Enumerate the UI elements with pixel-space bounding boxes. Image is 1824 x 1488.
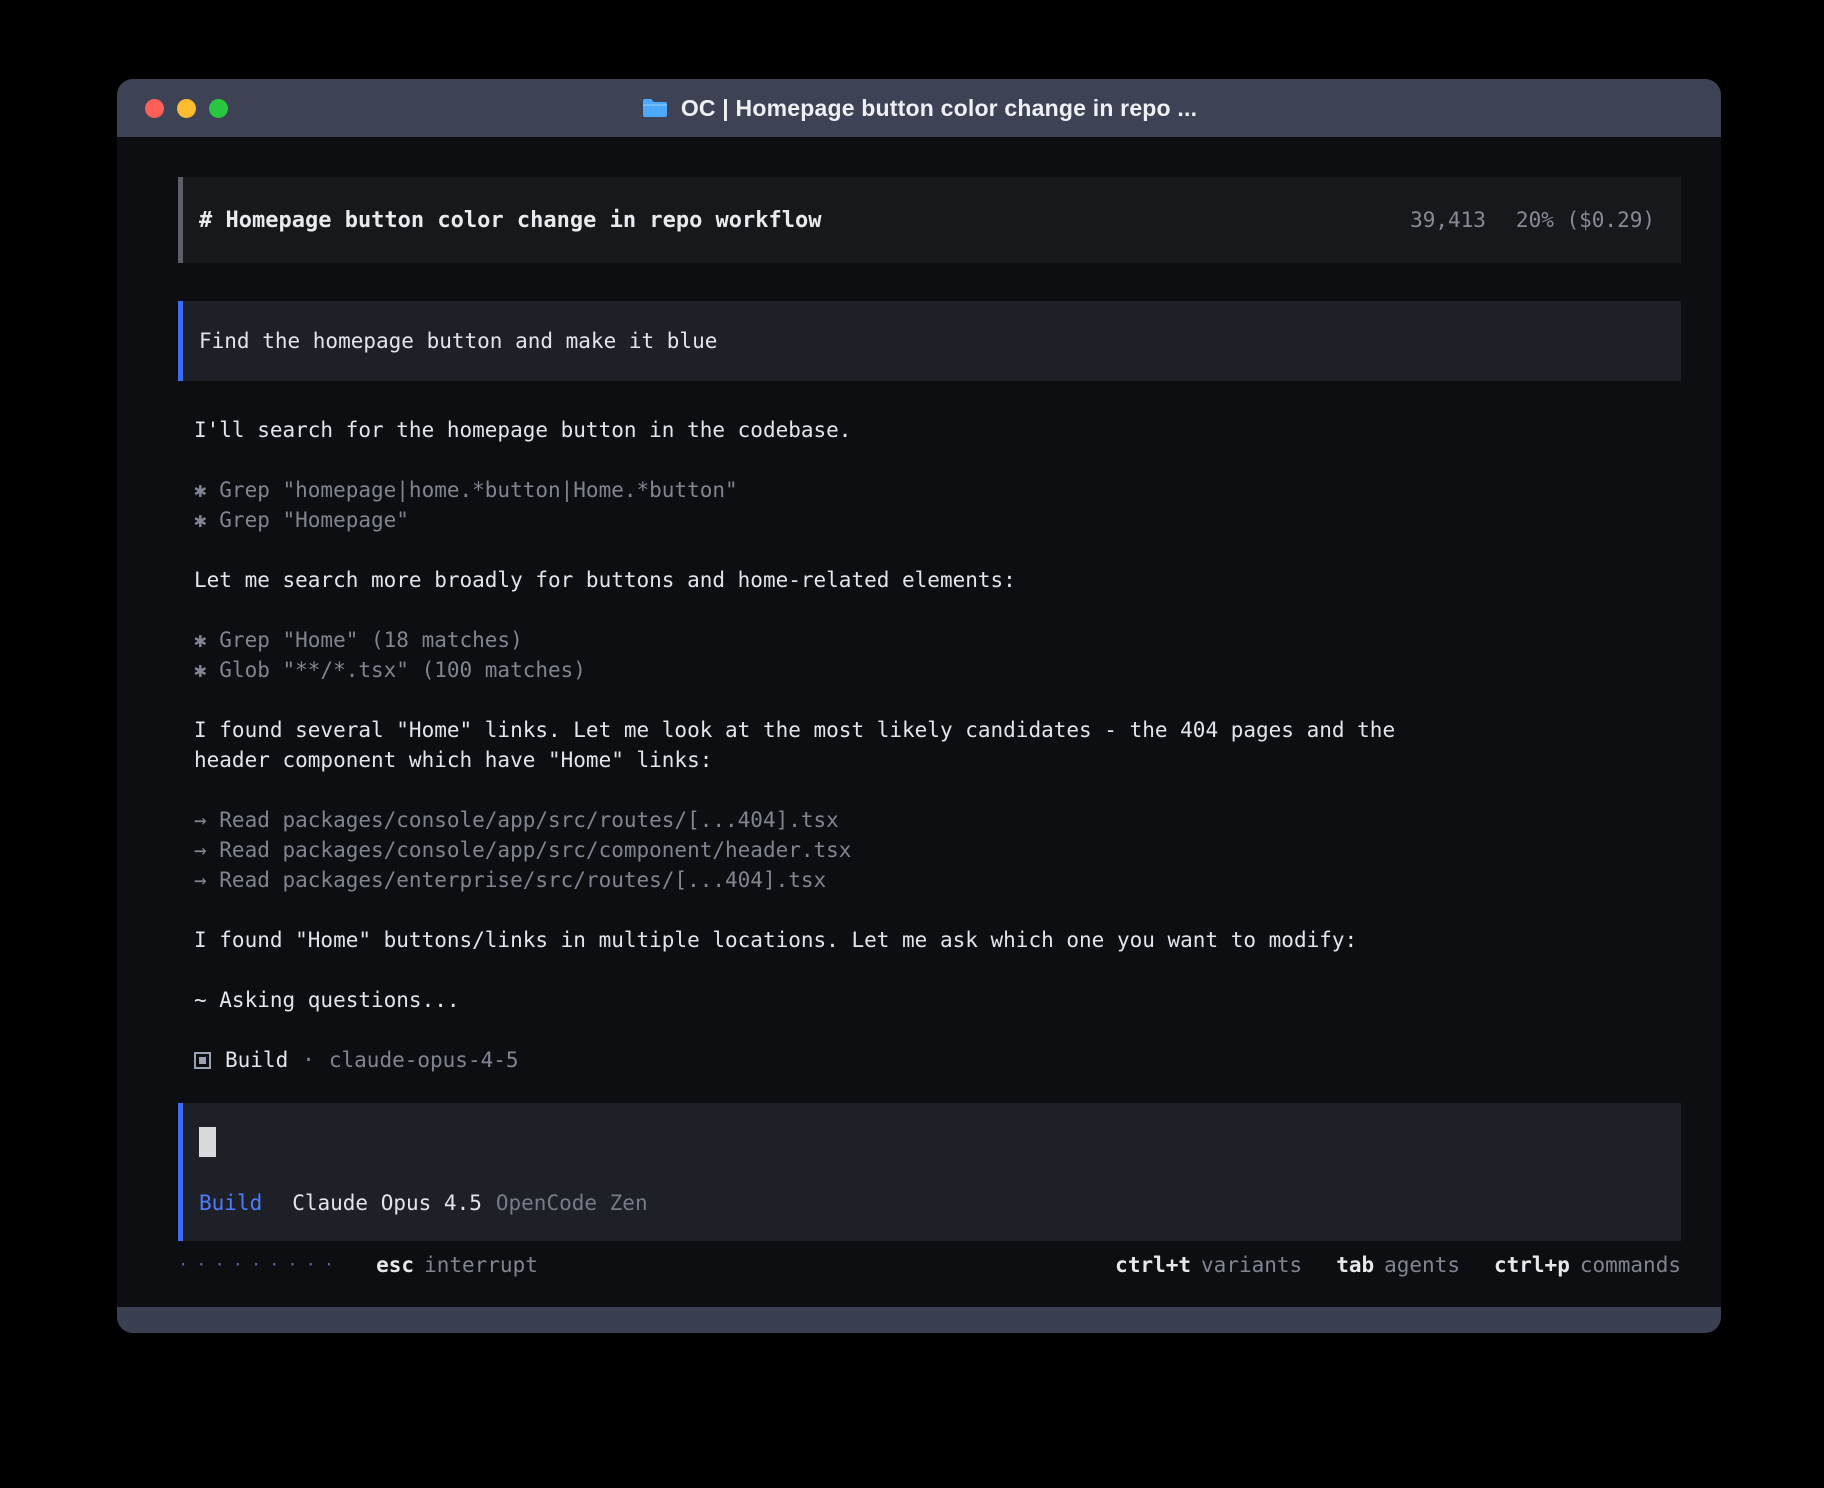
asking-questions-status: ~ Asking questions... bbox=[194, 985, 1681, 1015]
agent-status-row: Build · claude-opus-4-5 bbox=[194, 1045, 1681, 1075]
assistant-response: I'll search for the homepage button in t… bbox=[178, 415, 1681, 1075]
shortcut-label: commands bbox=[1580, 1253, 1681, 1277]
provider-label: OpenCode Zen bbox=[496, 1191, 648, 1215]
input-mode-row: Build Claude Opus 4.5 OpenCode Zen bbox=[199, 1191, 1665, 1215]
user-message: Find the homepage button and make it blu… bbox=[178, 301, 1681, 381]
agent-separator: · bbox=[302, 1045, 315, 1075]
tool-call-line: ✱ Grep "homepage|home.*button|Home.*butt… bbox=[194, 475, 1681, 505]
agent-name: Build bbox=[225, 1045, 288, 1075]
zoom-button[interactable] bbox=[209, 99, 228, 118]
session-title: # Homepage button color change in repo w… bbox=[199, 208, 822, 233]
shortcut-label: variants bbox=[1201, 1253, 1302, 1277]
agent-build-icon bbox=[194, 1052, 211, 1069]
token-count: 39,413 bbox=[1410, 208, 1486, 232]
agent-model: claude-opus-4-5 bbox=[329, 1045, 519, 1075]
shortcut-key: ctrl+p bbox=[1494, 1253, 1570, 1277]
tool-call-line: ✱ Glob "**/*.tsx" (100 matches) bbox=[194, 655, 1681, 685]
shortcut-label: agents bbox=[1384, 1253, 1460, 1277]
title-group: OC | Homepage button color change in rep… bbox=[117, 79, 1721, 137]
folder-icon bbox=[641, 97, 669, 119]
statusbar: ········· esc interrupt ctrl+t variants … bbox=[178, 1253, 1681, 1277]
assistant-text: Let me search more broadly for buttons a… bbox=[194, 565, 1681, 595]
tool-read-line: → Read packages/console/app/src/routes/[… bbox=[194, 805, 1681, 835]
assistant-text: I found several "Home" links. Let me loo… bbox=[194, 715, 1681, 745]
context-usage: 20% ($0.29) bbox=[1516, 208, 1655, 232]
tool-read-line: → Read packages/console/app/src/componen… bbox=[194, 835, 1681, 865]
terminal-window: OC | Homepage button color change in rep… bbox=[117, 79, 1721, 1333]
shortcut-agents: tab agents bbox=[1336, 1253, 1460, 1277]
statusbar-right: ctrl+t variants tab agents ctrl+p comman… bbox=[1115, 1253, 1681, 1277]
tool-call-line: ✱ Grep "Home" (18 matches) bbox=[194, 625, 1681, 655]
shortcut-key: tab bbox=[1336, 1253, 1374, 1277]
mode-badge[interactable]: Build bbox=[199, 1191, 262, 1215]
terminal-content: # Homepage button color change in repo w… bbox=[117, 137, 1721, 1277]
statusbar-left: ········· esc interrupt bbox=[178, 1253, 538, 1277]
assistant-text: header component which have "Home" links… bbox=[194, 745, 1681, 775]
assistant-text: I found "Home" buttons/links in multiple… bbox=[194, 925, 1681, 955]
shortcut-label: interrupt bbox=[424, 1253, 538, 1277]
session-stats: 39,413 20% ($0.29) bbox=[1410, 208, 1655, 232]
shortcut-variants: ctrl+t variants bbox=[1115, 1253, 1302, 1277]
assistant-text: I'll search for the homepage button in t… bbox=[194, 415, 1681, 445]
minimize-button[interactable] bbox=[177, 99, 196, 118]
spinner-dots-icon: ········· bbox=[178, 1255, 342, 1275]
tool-read-line: → Read packages/enterprise/src/routes/[.… bbox=[194, 865, 1681, 895]
shortcut-key: ctrl+t bbox=[1115, 1253, 1191, 1277]
user-message-text: Find the homepage button and make it blu… bbox=[199, 329, 717, 353]
prompt-input[interactable]: Build Claude Opus 4.5 OpenCode Zen bbox=[178, 1103, 1681, 1241]
text-cursor bbox=[199, 1127, 216, 1157]
session-header: # Homepage button color change in repo w… bbox=[178, 177, 1681, 263]
close-button[interactable] bbox=[145, 99, 164, 118]
tool-call-line: ✱ Grep "Homepage" bbox=[194, 505, 1681, 535]
window-title: OC | Homepage button color change in rep… bbox=[681, 95, 1197, 122]
window-footer bbox=[117, 1307, 1721, 1333]
shortcut-key: esc bbox=[376, 1253, 414, 1277]
traffic-lights bbox=[145, 99, 228, 118]
titlebar[interactable]: OC | Homepage button color change in rep… bbox=[117, 79, 1721, 137]
shortcut-commands: ctrl+p commands bbox=[1494, 1253, 1681, 1277]
model-label: Claude Opus 4.5 bbox=[292, 1191, 482, 1215]
shortcut-interrupt: esc interrupt bbox=[376, 1253, 538, 1277]
